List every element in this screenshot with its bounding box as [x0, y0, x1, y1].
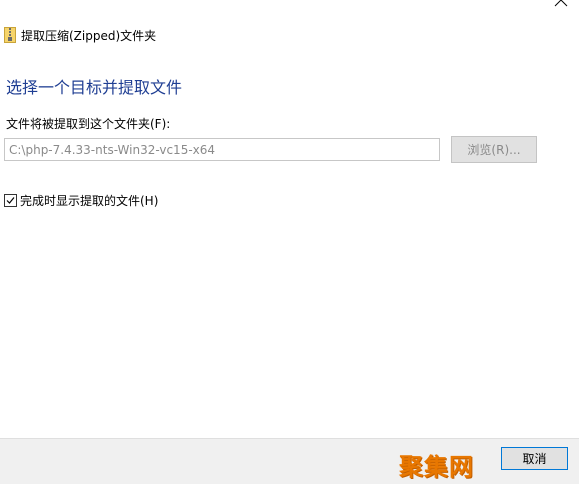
title-bar: 提取压缩(Zipped)文件夹	[4, 26, 156, 44]
show-files-checkbox[interactable]	[4, 193, 17, 207]
destination-path-input[interactable]	[4, 138, 440, 161]
window-title: 提取压缩(Zipped)文件夹	[21, 28, 157, 43]
destination-label: 文件将被提取到这个文件夹(F):	[6, 117, 171, 131]
page-heading: 选择一个目标并提取文件	[6, 78, 183, 97]
zip-folder-icon	[4, 27, 16, 43]
show-files-option[interactable]: 完成时显示提取的文件(H)	[4, 192, 158, 208]
checkmark-icon	[6, 196, 15, 204]
browse-button[interactable]: 浏览(R)...	[451, 136, 537, 163]
close-icon[interactable]	[552, 0, 570, 9]
watermark-logo: 聚集网	[399, 453, 474, 481]
cancel-button[interactable]: 取消	[501, 447, 568, 470]
extract-dialog: 提取压缩(Zipped)文件夹 选择一个目标并提取文件 文件将被提取到这个文件夹…	[0, 0, 579, 484]
show-files-label: 完成时显示提取的文件(H)	[20, 193, 159, 208]
dialog-footer	[0, 438, 579, 484]
